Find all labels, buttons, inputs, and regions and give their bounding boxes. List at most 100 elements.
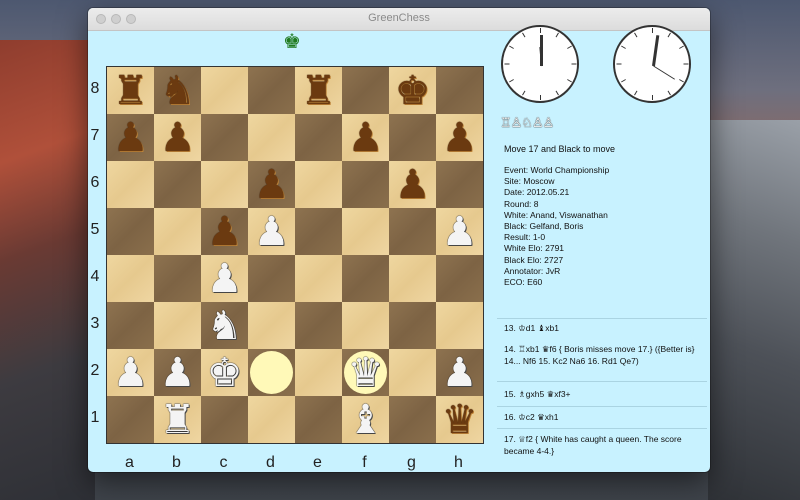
square-c4[interactable]: ♟ <box>201 255 248 302</box>
square-c8[interactable] <box>201 67 248 114</box>
square-h3[interactable] <box>436 302 483 349</box>
square-c1[interactable] <box>201 396 248 443</box>
square-g1[interactable] <box>389 396 436 443</box>
square-f8[interactable] <box>342 67 389 114</box>
white-pawn-icon[interactable]: ♟ <box>160 351 196 395</box>
white-rook-icon[interactable]: ♜ <box>160 398 196 442</box>
square-g3[interactable] <box>389 302 436 349</box>
square-h1[interactable]: ♛ <box>436 396 483 443</box>
game-info-row: Round: 8 <box>504 199 609 210</box>
square-g7[interactable] <box>389 114 436 161</box>
black-pawn-icon[interactable]: ♟ <box>395 163 431 207</box>
square-h2[interactable]: ♟ <box>436 349 483 396</box>
white-king-icon[interactable]: ♚ <box>207 351 243 395</box>
square-d3[interactable] <box>248 302 295 349</box>
black-king-icon[interactable]: ♚ <box>395 69 431 113</box>
black-pawn-icon[interactable]: ♟ <box>160 116 196 160</box>
square-d5[interactable]: ♟ <box>248 208 295 255</box>
move-14[interactable]: 14. ♖xb1 ♛f6 { Boris misses move 17.} ({… <box>504 343 702 367</box>
square-h8[interactable] <box>436 67 483 114</box>
white-pawn-icon[interactable]: ♟ <box>442 351 478 395</box>
square-d6[interactable]: ♟ <box>248 161 295 208</box>
square-a5[interactable] <box>107 208 154 255</box>
chess-board[interactable]: ♜ ♞ ♜ ♚ ♟ ♟ ♟ ♟ ♟ ♟ ♟ ♟ ♟ ♟ ♞ ♟ ♟ ♚ ♛ ♟ ♜ ♝ ♛ <box>106 66 484 444</box>
square-e8[interactable]: ♜ <box>295 67 342 114</box>
square-d2[interactable] <box>248 349 295 396</box>
square-c7[interactable] <box>201 114 248 161</box>
square-b3[interactable] <box>154 302 201 349</box>
game-info-value: Anand, Viswanathan <box>529 209 608 220</box>
square-b5[interactable] <box>154 208 201 255</box>
square-f4[interactable] <box>342 255 389 302</box>
black-knight-icon[interactable]: ♞ <box>160 69 196 113</box>
black-rook-icon[interactable]: ♜ <box>301 69 337 113</box>
square-b8[interactable]: ♞ <box>154 67 201 114</box>
square-d4[interactable] <box>248 255 295 302</box>
square-f6[interactable] <box>342 161 389 208</box>
black-pawn-icon[interactable]: ♟ <box>442 116 478 160</box>
square-c3[interactable]: ♞ <box>201 302 248 349</box>
move-13[interactable]: 13. ♔d1 ♝xb1 <box>504 322 702 334</box>
square-e2[interactable] <box>295 349 342 396</box>
square-d8[interactable] <box>248 67 295 114</box>
white-pawn-icon[interactable]: ♟ <box>113 351 149 395</box>
clock-tick <box>540 95 541 100</box>
square-a8[interactable]: ♜ <box>107 67 154 114</box>
square-b7[interactable]: ♟ <box>154 114 201 161</box>
clock-tick <box>634 90 638 96</box>
black-pawn-icon[interactable]: ♟ <box>113 116 149 160</box>
square-g4[interactable] <box>389 255 436 302</box>
square-e7[interactable] <box>295 114 342 161</box>
square-h6[interactable] <box>436 161 483 208</box>
square-d1[interactable] <box>248 396 295 443</box>
white-pawn-icon[interactable]: ♟ <box>207 257 243 301</box>
square-b1[interactable]: ♜ <box>154 396 201 443</box>
square-e6[interactable] <box>295 161 342 208</box>
square-b2[interactable]: ♟ <box>154 349 201 396</box>
square-e5[interactable] <box>295 208 342 255</box>
black-queen-icon[interactable]: ♛ <box>442 398 478 442</box>
square-a2[interactable]: ♟ <box>107 349 154 396</box>
clock-tick <box>616 63 622 65</box>
square-h4[interactable] <box>436 255 483 302</box>
square-g2[interactable] <box>389 349 436 396</box>
square-b4[interactable] <box>154 255 201 302</box>
white-pawn-icon[interactable]: ♟ <box>442 210 478 254</box>
move-16[interactable]: 16. ♔c2 ♛xh1 <box>504 411 702 423</box>
title-bar[interactable]: GreenChess <box>88 8 710 31</box>
square-a1[interactable] <box>107 396 154 443</box>
square-f1[interactable]: ♝ <box>342 396 389 443</box>
square-b6[interactable] <box>154 161 201 208</box>
square-a3[interactable] <box>107 302 154 349</box>
square-a6[interactable] <box>107 161 154 208</box>
square-h7[interactable]: ♟ <box>436 114 483 161</box>
square-e3[interactable] <box>295 302 342 349</box>
square-h5[interactable]: ♟ <box>436 208 483 255</box>
white-knight-icon[interactable]: ♞ <box>207 304 243 348</box>
square-c5[interactable]: ♟ <box>201 208 248 255</box>
square-g8[interactable]: ♚ <box>389 67 436 114</box>
white-bishop-icon[interactable]: ♝ <box>348 398 384 442</box>
black-pawn-icon[interactable]: ♟ <box>207 210 243 254</box>
white-pawn-icon[interactable]: ♟ <box>254 210 290 254</box>
move-15[interactable]: 15. ♗gxh5 ♛xf3+ <box>504 388 702 400</box>
square-f2[interactable]: ♛ <box>342 349 389 396</box>
black-pawn-icon[interactable]: ♟ <box>254 163 290 207</box>
move-17[interactable]: 17. ♕f2 { White has caught a queen. The … <box>504 433 702 457</box>
square-c6[interactable] <box>201 161 248 208</box>
square-a7[interactable]: ♟ <box>107 114 154 161</box>
square-g6[interactable]: ♟ <box>389 161 436 208</box>
square-e1[interactable] <box>295 396 342 443</box>
square-f5[interactable] <box>342 208 389 255</box>
square-f7[interactable]: ♟ <box>342 114 389 161</box>
black-rook-icon[interactable]: ♜ <box>113 69 149 113</box>
white-queen-icon[interactable]: ♛ <box>348 351 384 395</box>
black-pawn-icon[interactable]: ♟ <box>348 116 384 160</box>
square-a4[interactable] <box>107 255 154 302</box>
square-e4[interactable] <box>295 255 342 302</box>
square-g5[interactable] <box>389 208 436 255</box>
square-f3[interactable] <box>342 302 389 349</box>
square-c2[interactable]: ♚ <box>201 349 248 396</box>
square-d7[interactable] <box>248 114 295 161</box>
game-info-label: Black: <box>504 221 530 232</box>
